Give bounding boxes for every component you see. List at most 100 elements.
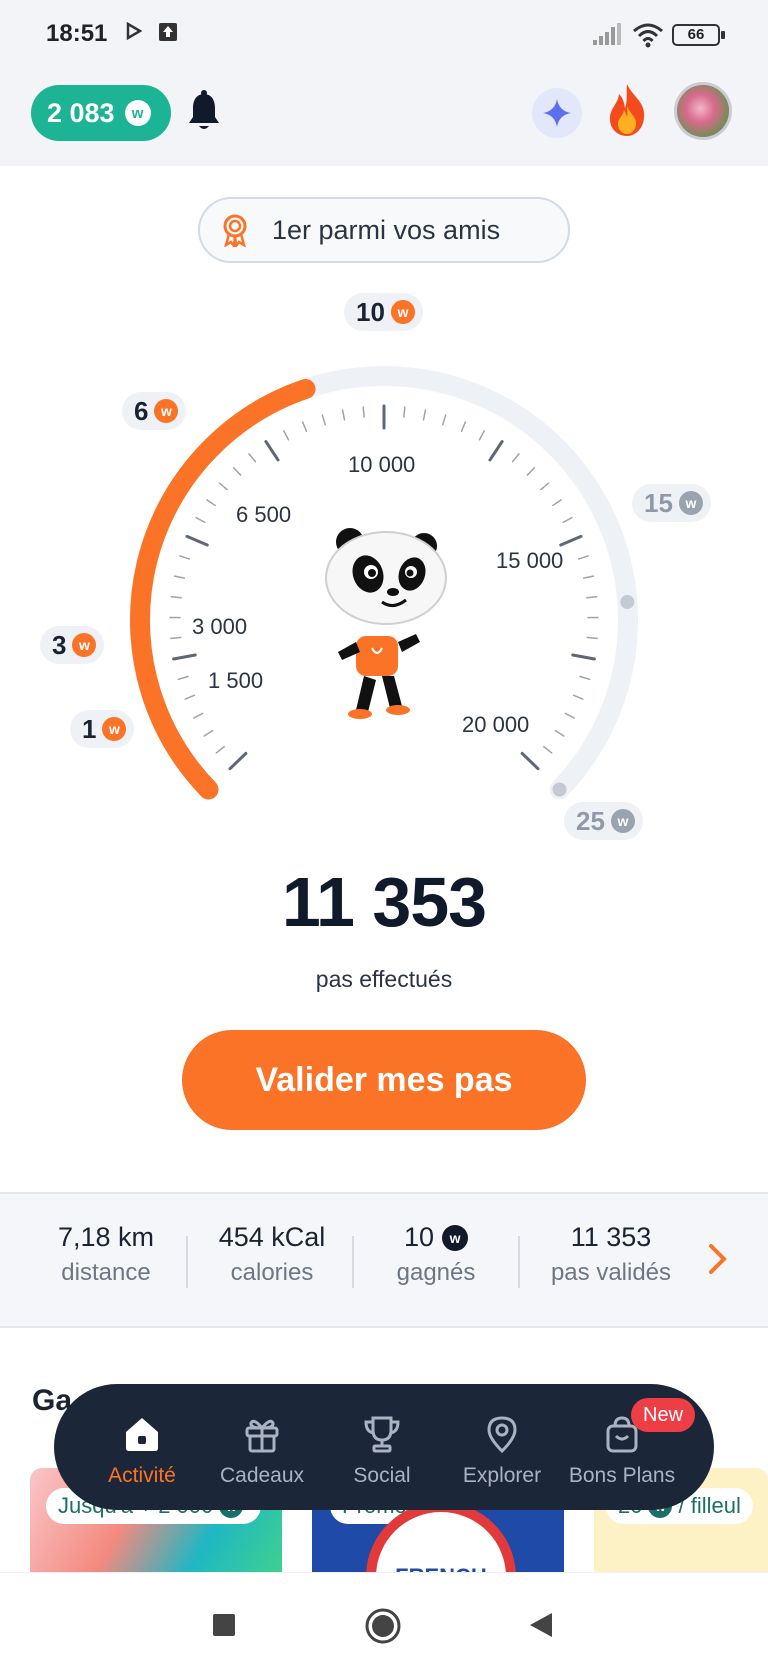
minor-tick [362, 406, 365, 418]
minor-tick [301, 421, 308, 433]
coin-icon: w [678, 491, 703, 515]
stat-label: distance [61, 1259, 151, 1286]
minor-tick [579, 675, 591, 681]
step-count: 11 353 [281, 863, 487, 941]
nav-label: Bons Plans [568, 1464, 676, 1487]
reward-badge-25: 25 w [564, 802, 643, 840]
minor-tick [203, 729, 214, 737]
minor-tick [179, 555, 191, 560]
signal-icon [593, 23, 621, 45]
map-pin-icon [487, 1416, 517, 1454]
bell-icon[interactable] [186, 90, 222, 134]
nav-item-social[interactable]: Social [322, 1414, 442, 1488]
ai-assistant-button[interactable] [532, 88, 582, 138]
nav-label: Explorer [462, 1464, 542, 1487]
profile-avatar[interactable] [674, 82, 732, 140]
validate-steps-button[interactable]: Valider mes pas [182, 1030, 586, 1130]
minor-tick [170, 595, 182, 599]
nav-label: Cadeaux [219, 1464, 305, 1487]
minor-tick [582, 575, 595, 579]
nav-item-activite[interactable]: Activité [82, 1414, 202, 1488]
major-tick [520, 751, 540, 771]
stat-value: 7,18 km [57, 1222, 155, 1252]
step-gauge: 1 w 3 w 6 w 10 w 15 w 25 w 1 500 3 000 6… [0, 280, 768, 840]
minor-tick [572, 694, 584, 700]
tick-label: 6 500 [236, 502, 292, 527]
minor-tick [460, 421, 467, 433]
home-button[interactable] [364, 1607, 402, 1645]
stat-distance: 7,18 km distance [26, 1222, 186, 1287]
minor-tick [184, 694, 196, 700]
nav-label: Social [353, 1464, 411, 1487]
stat-validated-steps: 11 353 pas validés [531, 1222, 691, 1287]
stat-earned: 10 w gagnés [356, 1222, 516, 1287]
minor-tick [177, 675, 189, 681]
milestone-dot [620, 594, 635, 609]
stats-strip[interactable]: 7,18 km distance 454 kCal calories 10 w … [0, 1192, 768, 1328]
minor-tick [442, 414, 447, 426]
major-tick [172, 653, 197, 661]
coin-icon: w [610, 809, 635, 833]
reward-badge-6: 6 w [122, 392, 187, 430]
minor-tick [543, 746, 553, 754]
stat-value-row: 10 w [356, 1222, 516, 1253]
major-tick [488, 440, 504, 462]
gift-icon [245, 1419, 279, 1453]
minor-tick [586, 595, 598, 599]
divider [352, 1236, 354, 1288]
reward-value: 10 [356, 296, 385, 327]
stat-value: 10 [403, 1222, 435, 1252]
nav-item-cadeaux[interactable]: Cadeaux [202, 1414, 322, 1488]
tick-label: 1 500 [208, 668, 264, 693]
divider [186, 1236, 188, 1288]
stat-label: pas validés [550, 1259, 672, 1286]
medal-icon [223, 214, 247, 247]
reward-value: 15 [644, 487, 673, 518]
new-badge: New [631, 1398, 696, 1432]
wifi-icon [633, 23, 663, 48]
minor-tick [248, 453, 257, 463]
gauge-progress [130, 378, 316, 800]
minor-tick [403, 406, 406, 418]
minor-tick [218, 482, 228, 491]
tick-label: 10 000 [348, 452, 416, 477]
major-tick [228, 751, 248, 771]
nav-item-explorer[interactable]: Explorer [442, 1414, 562, 1488]
streak-fire-icon[interactable] [604, 82, 650, 138]
recents-button[interactable] [212, 1613, 236, 1637]
major-tick [264, 440, 280, 462]
tick-label: 3 000 [192, 614, 248, 639]
stat-value: 454 kCal [218, 1222, 326, 1252]
minor-tick [193, 712, 204, 719]
coin-balance: 2 083 [47, 97, 115, 128]
minor-tick [215, 746, 225, 754]
chevron-right-icon[interactable] [706, 1242, 730, 1276]
stat-value: 11 353 [570, 1222, 652, 1252]
trophy-icon [364, 1416, 400, 1453]
divider [518, 1236, 520, 1288]
minor-tick [173, 575, 186, 579]
upload-icon [159, 23, 177, 41]
minor-tick [170, 636, 182, 640]
status-time: 18:51 [46, 20, 108, 47]
panda-mascot [325, 528, 447, 719]
nav-label: Activité [108, 1464, 176, 1487]
major-tick [185, 534, 209, 547]
reward-value: 6 [134, 395, 149, 426]
tick-label: 20 000 [462, 712, 530, 737]
friends-rank-pill[interactable]: 1er parmi vos amis [198, 197, 570, 263]
reward-badge-3: 3 w [40, 626, 105, 664]
minor-tick [511, 453, 520, 463]
coin-balance-pill[interactable]: 2 083 w [31, 85, 171, 141]
tick-label: 15 000 [496, 548, 564, 573]
stat-calories: 454 kCal calories [192, 1222, 352, 1287]
home-icon [126, 1418, 158, 1451]
minor-tick [422, 409, 427, 421]
minor-tick [321, 414, 326, 426]
play-icon [126, 22, 142, 40]
back-button[interactable] [528, 1611, 554, 1639]
major-tick [559, 534, 583, 547]
status-bar: 18:51 66 [0, 0, 768, 70]
sparkle-icon [543, 99, 571, 127]
reward-value: 3 [52, 629, 67, 660]
